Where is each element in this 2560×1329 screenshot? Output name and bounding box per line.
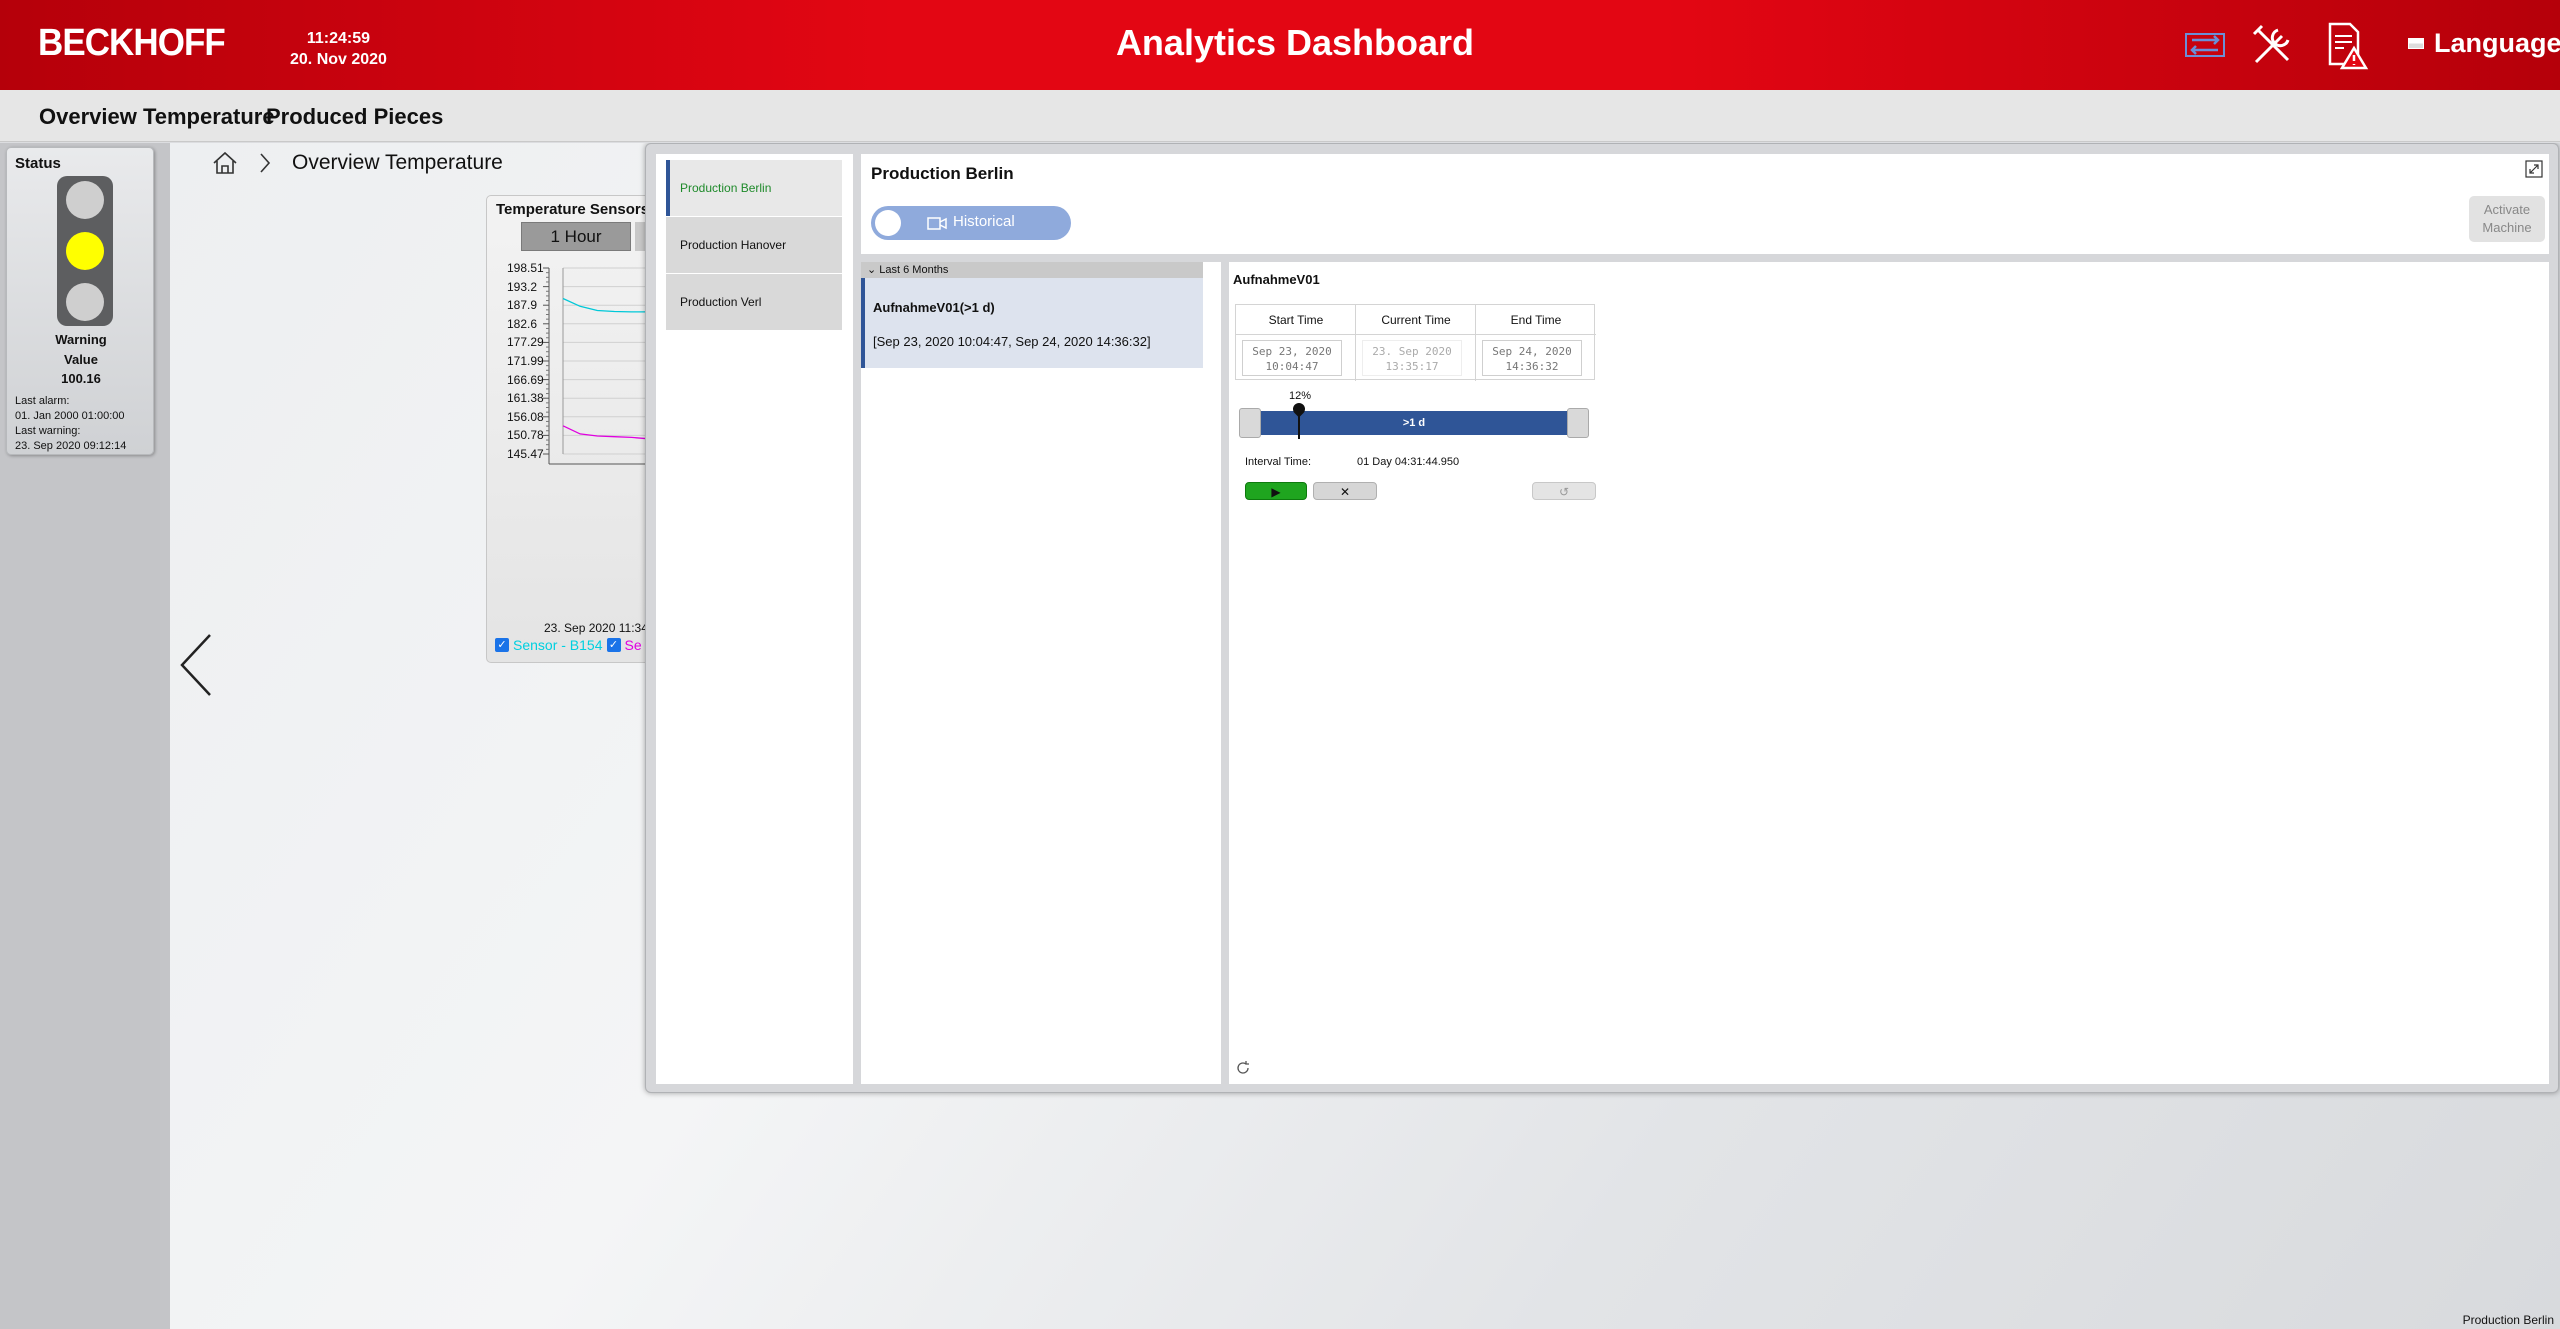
panel-title: Production Berlin <box>871 164 1014 183</box>
current-time-field: 23. Sep 2020 13:35:17 <box>1362 340 1462 376</box>
interval-time-label: Interval Time: <box>1245 456 1312 468</box>
status-title: Status <box>15 155 61 172</box>
stop-button[interactable]: ✕ <box>1313 482 1377 500</box>
flag-icon <box>2408 38 2424 49</box>
traffic-light <box>57 176 113 326</box>
recording-group-label: Last 6 Months <box>879 264 949 276</box>
end-time-field[interactable]: Sep 24, 2020 14:36:32 <box>1482 340 1582 376</box>
detail-title: AufnahmeV01 <box>1233 272 1320 287</box>
footer-location: Production Berlin <box>2462 1313 2554 1327</box>
language-selector[interactable]: Language <box>2408 28 2560 59</box>
content-area: Status Warning Value 100.16 Last alarm: … <box>0 143 2560 1329</box>
recordings-modal: Production Berlin Production Hanover Pro… <box>645 143 2559 1093</box>
top-navigation: Overview Temperature Produced Pieces <box>0 90 2560 142</box>
location-item-hanover[interactable]: Production Hanover <box>666 217 842 273</box>
breadcrumb: Overview Temperature <box>212 151 503 175</box>
start-time-field[interactable]: Sep 23, 2020 10:04:47 <box>1242 340 1342 376</box>
transfer-icon[interactable] <box>2180 20 2230 70</box>
status-value-label: Value <box>64 352 98 367</box>
activate-machine-label: Activate Machine <box>2482 202 2532 235</box>
toggle-knob <box>875 210 901 236</box>
activate-machine-button[interactable]: Activate Machine <box>2469 196 2545 242</box>
chart-legend: ✓ Sensor - B154 ✓ Se <box>495 637 642 653</box>
document-warning-icon[interactable] <box>2320 20 2370 70</box>
nav-item-produced-pieces[interactable]: Produced Pieces <box>266 104 443 130</box>
status-panel: Status Warning Value 100.16 Last alarm: … <box>6 147 154 455</box>
progress-percent: 12% <box>1289 390 1312 402</box>
last-alarm-value: 01. Jan 2000 01:00:00 <box>15 410 125 422</box>
current-time-column: Current Time 23. Sep 2020 13:35:17 <box>1356 305 1476 381</box>
app-header: BECKHOFF 11:24:59 20. Nov 2020 Analytics… <box>0 0 2560 90</box>
time-table: Start Time Sep 23, 2020 10:04:47 Current… <box>1235 304 1596 381</box>
nav-item-overview-temperature[interactable]: Overview Temperature <box>39 104 275 130</box>
toggle-label: Historical <box>953 213 1015 230</box>
location-list: Production Berlin Production Hanover Pro… <box>656 154 853 1084</box>
home-icon[interactable] <box>212 151 238 175</box>
location-item-verl[interactable]: Production Verl <box>666 274 842 330</box>
legend-checkbox-2[interactable]: ✓ <box>606 638 621 652</box>
lamp-green <box>66 283 104 321</box>
interval-time-value: 01 Day 04:31:44.950 <box>1357 456 1460 468</box>
historical-toggle[interactable]: Historical <box>871 206 1071 240</box>
lamp-yellow <box>66 232 104 270</box>
chevron-right-icon <box>260 153 271 173</box>
chart-x-date: 23. Sep 2020 11:34:4 <box>544 621 658 635</box>
location-item-berlin[interactable]: Production Berlin <box>666 160 842 216</box>
vertical-divider <box>1221 262 1229 1084</box>
recording-list: ⌄ Last 6 Months AufnahmeV01(>1 d) [Sep 2… <box>861 262 1221 1084</box>
page-title: Analytics Dashboard <box>1115 22 1475 63</box>
end-handle[interactable] <box>1567 408 1589 438</box>
timeline-slider[interactable]: >1 d <box>1239 400 1589 439</box>
last-warning-value: 23. Sep 2020 09:12:14 <box>15 440 127 452</box>
refresh-icon[interactable] <box>1235 1060 1251 1076</box>
last-alarm-label: Last alarm: <box>15 395 70 407</box>
lamp-red <box>66 181 104 219</box>
legend-checkbox-1[interactable]: ✓ <box>495 638 509 652</box>
status-value: 100.16 <box>61 371 101 386</box>
legend-label-2: Se <box>624 637 642 653</box>
recording-name: AufnahmeV01(>1 d) <box>873 300 995 315</box>
recordings-panel: Production Berlin Historical Activate Ma… <box>861 154 2549 1084</box>
start-time-header: Start Time <box>1236 305 1356 335</box>
start-time-column: Start Time Sep 23, 2020 10:04:47 <box>1236 305 1356 381</box>
start-handle[interactable] <box>1239 408 1261 438</box>
breadcrumb-current: Overview Temperature <box>292 151 503 174</box>
camera-icon <box>927 217 947 230</box>
expand-icon[interactable] <box>2525 160 2543 178</box>
reset-button[interactable]: ↺ <box>1532 482 1596 500</box>
recording-group-header[interactable]: ⌄ Last 6 Months <box>861 262 1203 278</box>
recording-range: [Sep 23, 2020 10:04:47, Sep 24, 2020 14:… <box>873 334 1151 349</box>
end-time-column: End Time Sep 24, 2020 14:36:32 <box>1476 305 1596 381</box>
language-label: Language <box>2434 28 2560 58</box>
legend-label-1: Sensor - B154 <box>513 637 603 653</box>
status-state: Warning <box>55 332 107 347</box>
divider <box>861 254 2549 262</box>
recording-item[interactable]: AufnahmeV01(>1 d) [Sep 23, 2020 10:04:47… <box>861 278 1203 368</box>
last-warning-label: Last warning: <box>15 425 81 437</box>
chevron-left-icon[interactable] <box>178 633 214 697</box>
play-button[interactable]: ▶ <box>1245 482 1307 500</box>
end-time-header: End Time <box>1476 305 1596 335</box>
chevron-down-icon: ⌄ <box>867 264 877 276</box>
timeline-bar: >1 d <box>1261 411 1567 435</box>
current-time-header: Current Time <box>1356 305 1476 335</box>
recording-detail: AufnahmeV01 Start Time Sep 23, 2020 10:0… <box>1229 262 2549 1084</box>
tools-icon[interactable] <box>2248 20 2298 70</box>
